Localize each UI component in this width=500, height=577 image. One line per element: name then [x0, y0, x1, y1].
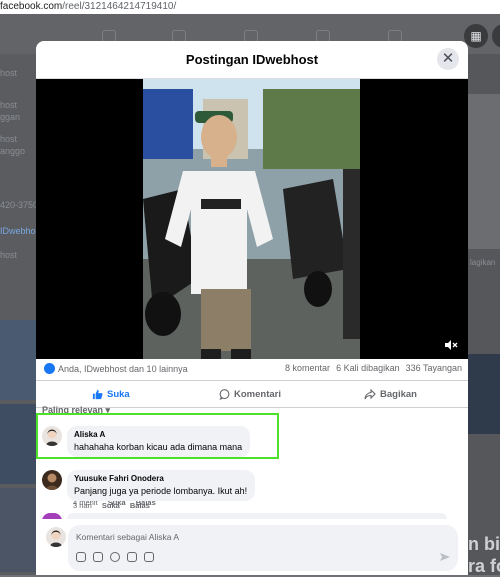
bg-label: ggan	[0, 112, 21, 122]
comment-like-link[interactable]: Suka	[102, 501, 120, 510]
view-count: 336 Tayangan	[405, 363, 462, 373]
avatar[interactable]	[42, 470, 62, 490]
bg-promo-text: ra fo	[468, 556, 500, 576]
mute-icon[interactable]	[444, 339, 458, 351]
comment-bubble: Yuusuke Fahri Onodera Panjang juga ya pe…	[67, 470, 256, 501]
url-domain: facebook.com	[0, 1, 63, 12]
sticker-icon[interactable]	[93, 552, 103, 562]
avatar	[46, 527, 66, 547]
background-sidebar: host host ggan host anggo 420-3750 IDweb…	[0, 54, 43, 575]
engagement-stats: Anda, IDwebhost dan 10 lainnya 8 komenta…	[44, 363, 462, 377]
share-count[interactable]: 6 Kali dibagikan	[336, 363, 400, 373]
send-icon[interactable]	[440, 553, 450, 561]
gif-icon[interactable]	[127, 552, 137, 562]
avatar-sticker-icon[interactable]	[76, 552, 86, 562]
post-dialog: Postingan IDwebhost ✕ Anda, IDwebhost da…	[36, 41, 468, 575]
messenger-icon[interactable]: ○	[492, 24, 500, 48]
comment-icon	[219, 388, 230, 400]
comment-composer: Komentari sebagai Aliska A	[36, 519, 468, 575]
comment-button[interactable]: Komentari	[219, 381, 281, 407]
comment-author[interactable]: Yuusuke Fahri Onodera	[74, 474, 247, 483]
dialog-header: Postingan IDwebhost ✕	[36, 41, 468, 79]
composer-tools	[76, 552, 154, 562]
video-player[interactable]	[36, 79, 468, 359]
bg-label: lagikan	[470, 258, 496, 267]
bg-label: host	[0, 100, 18, 110]
bg-label: host	[0, 250, 18, 260]
background-right-column: lagikan	[468, 54, 500, 575]
comment-meta: 3 hari Suka Balas	[73, 501, 158, 510]
comment-count[interactable]: 8 komentar	[285, 363, 330, 373]
comment-reply-link[interactable]: Balas	[130, 501, 150, 510]
dialog-title: Postingan IDwebhost	[185, 52, 319, 67]
comment-placeholder: Komentari sebagai Aliska A	[76, 532, 180, 542]
bg-label: anggo	[0, 146, 26, 156]
share-label: Bagikan	[380, 388, 417, 400]
video-frame	[143, 79, 360, 359]
selection-highlight	[36, 413, 279, 459]
like-reaction-icon	[44, 363, 55, 374]
thumbs-up-icon	[92, 389, 103, 399]
like-label: Suka	[107, 388, 130, 400]
comment-time[interactable]: 3 hari	[73, 501, 92, 510]
bg-label: host	[0, 68, 18, 78]
close-icon: ✕	[441, 50, 455, 67]
bg-promo-text: n bi	[468, 534, 500, 554]
comment-text: Panjang juga ya periode lombanya. Ikut a…	[74, 486, 248, 496]
bg-thumbnail	[0, 320, 36, 400]
video-still	[143, 79, 360, 359]
bg-thumbnail	[468, 94, 500, 249]
address-bar[interactable]: facebook.com/reel/3121464214719410/	[0, 0, 500, 14]
reactions-text: Anda, IDwebhost dan 10 lainnya	[58, 363, 188, 374]
emoji-icon[interactable]	[110, 552, 120, 562]
bg-thumbnail	[468, 354, 500, 434]
reactions-summary[interactable]: Anda, IDwebhost dan 10 lainnya	[44, 363, 188, 374]
bg-thumbnail	[0, 488, 36, 572]
bg-label: 420-3750	[0, 200, 39, 210]
action-bar: Suka Komentari Bagikan	[36, 380, 468, 408]
share-icon	[364, 388, 376, 399]
share-button[interactable]: Bagikan	[364, 381, 417, 407]
like-button[interactable]: Suka	[92, 381, 130, 407]
close-button[interactable]: ✕	[437, 48, 459, 70]
bg-thumbnail	[0, 404, 36, 484]
bg-label: host	[0, 134, 18, 144]
url-path: /reel/3121464214719410/	[62, 1, 177, 12]
comment-label: Komentari	[234, 388, 281, 400]
sticker-alt-icon[interactable]	[144, 552, 154, 562]
comment-input[interactable]: Komentari sebagai Aliska A	[68, 525, 458, 571]
